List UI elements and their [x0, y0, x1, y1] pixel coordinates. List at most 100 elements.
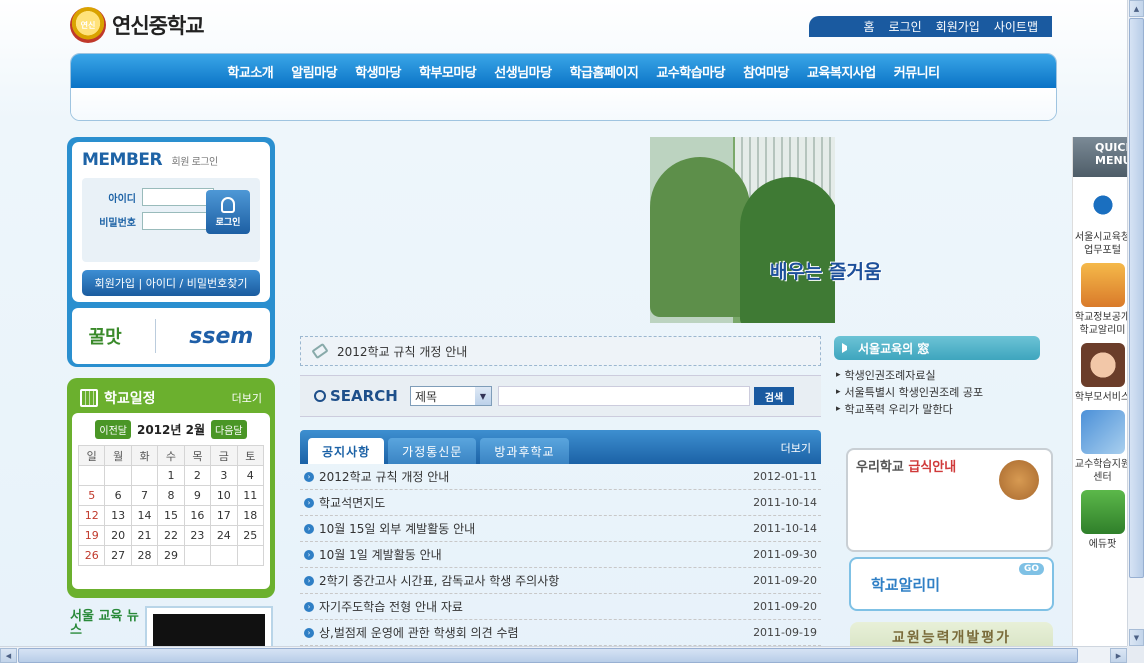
nav-item-community[interactable]: 커뮤니티: [894, 62, 940, 81]
day-cell[interactable]: 22: [157, 525, 185, 546]
join-find-links[interactable]: 회원가입 | 아이디 / 비밀번호찾기: [82, 270, 260, 296]
tab-notice[interactable]: 공지사항: [308, 438, 385, 464]
util-home-link[interactable]: 홈: [863, 18, 874, 35]
prev-month-button[interactable]: 이전달: [95, 419, 131, 439]
password-input[interactable]: [142, 212, 214, 230]
day-cell[interactable]: 5: [77, 485, 106, 506]
school-logo[interactable]: 연신 연신중학교: [70, 6, 230, 44]
notice-title[interactable]: 10월 1일 계발활동 안내: [319, 546, 442, 563]
notice-link[interactable]: › 2학기 중간고사 시간표, 감독교사 학생 주의사항: [304, 572, 559, 589]
day-cell[interactable]: 9: [183, 485, 212, 506]
notice-link[interactable]: › 10월 1일 계발활동 안내: [304, 546, 442, 563]
notice-link[interactable]: › 학교석면지도: [304, 494, 385, 511]
day-cell[interactable]: 21: [130, 525, 159, 546]
day-cell[interactable]: 18: [236, 505, 265, 526]
day-cell[interactable]: 1: [157, 465, 185, 486]
notice-title[interactable]: 자기주도학습 전형 안내 자료: [319, 598, 463, 615]
nav-item-teaching[interactable]: 교수학습마당: [656, 62, 725, 81]
scroll-up-icon[interactable]: ▲: [1129, 0, 1144, 17]
day-cell[interactable]: 20: [104, 525, 132, 546]
seoul-link[interactable]: 학교폭력 우리가 말한다: [836, 400, 1046, 417]
day-cell[interactable]: 11: [236, 485, 265, 506]
util-join-link[interactable]: 회원가입: [936, 18, 980, 35]
notice-title[interactable]: 학교석면지도: [319, 494, 385, 511]
visual-slogan: 배우는 즐거움: [770, 261, 882, 283]
scroll-right-icon[interactable]: ▶: [1110, 648, 1127, 663]
seoul-link[interactable]: 서울특별시 학생인권조례 공포: [836, 383, 1046, 400]
horizontal-scrollbar[interactable]: ◀ ▶: [0, 646, 1127, 663]
day-cell[interactable]: 29: [157, 545, 185, 566]
schedule-more-link[interactable]: 더보기: [232, 390, 262, 406]
day-cell[interactable]: 17: [210, 505, 238, 526]
notice-link[interactable]: › 상,벌점제 운영에 관한 학생회 의견 수렴: [304, 624, 519, 641]
seoul-link[interactable]: 학생인권조례자료실: [836, 366, 1046, 383]
day-cell[interactable]: 28: [130, 545, 159, 566]
quick-item[interactable]: 학부모서비스: [1073, 337, 1132, 404]
notice-link[interactable]: › 2012학교 규칙 개정 안내: [304, 468, 449, 485]
scroll-left-icon[interactable]: ◀: [0, 648, 17, 663]
day-cell[interactable]: 27: [104, 545, 132, 566]
day-cell[interactable]: 15: [157, 505, 185, 526]
util-login-link[interactable]: 로그인: [889, 18, 922, 35]
nav-item-student[interactable]: 학생마당: [355, 62, 401, 81]
day-cell[interactable]: 26: [77, 545, 106, 566]
day-cell[interactable]: 14: [130, 505, 159, 526]
day-cell[interactable]: 25: [236, 525, 265, 546]
util-sitemap-link[interactable]: 사이트맵: [994, 18, 1038, 35]
day-cell[interactable]: 8: [157, 485, 185, 506]
bullet-icon: ›: [304, 627, 314, 638]
notice-title[interactable]: 상,벌점제 운영에 관한 학생회 의견 수렴: [319, 624, 519, 641]
horizontal-scroll-thumb[interactable]: [18, 648, 1078, 663]
parent-icon: [1080, 343, 1125, 387]
kkulmat-banner[interactable]: 꿀맛: [89, 323, 122, 349]
search-input[interactable]: [498, 386, 750, 406]
day-cell[interactable]: 3: [210, 465, 238, 486]
next-month-button[interactable]: 다음달: [211, 419, 247, 439]
nav-item-class-homepage[interactable]: 학급홈페이지: [570, 62, 639, 81]
day-cell[interactable]: 6: [104, 485, 132, 506]
meal-info-box[interactable]: 우리학교 급식안내: [846, 448, 1053, 552]
board-more-link[interactable]: 더보기: [781, 440, 811, 456]
login-button[interactable]: 로그인: [206, 190, 250, 234]
day-cell[interactable]: 12: [77, 505, 106, 526]
day-cell[interactable]: 13: [104, 505, 132, 526]
search-field-select[interactable]: 제목 ▼: [410, 386, 492, 406]
vertical-scroll-thumb[interactable]: [1129, 18, 1144, 578]
ssem-banner[interactable]: ssem: [189, 324, 253, 349]
day-cell[interactable]: 2: [183, 465, 212, 486]
tab-newsletter[interactable]: 가정통신문: [388, 438, 477, 464]
day-cell[interactable]: 23: [183, 525, 212, 546]
quick-item[interactable]: 학교정보공개 학교알리미: [1073, 257, 1132, 337]
quick-item[interactable]: 교수학습지원 센터: [1073, 404, 1132, 484]
notice-link[interactable]: › 자기주도학습 전형 안내 자료: [304, 598, 463, 615]
id-input[interactable]: [142, 188, 214, 206]
seoul-news-banner[interactable]: 서울 교육 뉴스: [70, 610, 140, 650]
notice-link[interactable]: › 10월 15일 외부 계발활동 안내: [304, 520, 475, 537]
vertical-scrollbar[interactable]: ▲ ▼: [1127, 0, 1144, 646]
nav-item-school-intro[interactable]: 학교소개: [227, 62, 273, 81]
school-alimi-banner[interactable]: 학교알리미 GO: [849, 557, 1054, 611]
quick-item[interactable]: 서울시교육청 업무포털: [1073, 177, 1132, 257]
quick-item[interactable]: 에듀팟: [1073, 484, 1132, 551]
day-cell[interactable]: 7: [130, 485, 159, 506]
nav-item-notice[interactable]: 알림마당: [291, 62, 337, 81]
nav-item-welfare[interactable]: 교육복지사업: [807, 62, 876, 81]
login-button-label: 로그인: [215, 217, 241, 228]
rule-notice-bar[interactable]: 2012학교 규칙 개정 안내: [300, 336, 821, 366]
day-cell[interactable]: 16: [183, 505, 212, 526]
bullet-icon: ›: [304, 549, 314, 560]
day-cell[interactable]: 4: [236, 465, 265, 486]
nav-item-teacher[interactable]: 선생님마당: [494, 62, 552, 81]
day-cell[interactable]: 24: [210, 525, 238, 546]
day-cell[interactable]: 10: [210, 485, 238, 506]
rule-notice-text[interactable]: 2012학교 규칙 개정 안내: [337, 343, 467, 360]
day-cell[interactable]: 19: [77, 525, 106, 546]
tab-afterschool[interactable]: 방과후학교: [480, 438, 569, 464]
nav-item-participation[interactable]: 참여마당: [743, 62, 789, 81]
notice-title[interactable]: 2012학교 규칙 개정 안내: [319, 468, 449, 485]
scroll-down-icon[interactable]: ▼: [1129, 629, 1144, 646]
notice-title[interactable]: 2학기 중간고사 시간표, 감독교사 학생 주의사항: [319, 572, 559, 589]
nav-item-parent[interactable]: 학부모마당: [419, 62, 477, 81]
notice-title[interactable]: 10월 15일 외부 계발활동 안내: [319, 520, 475, 537]
search-button[interactable]: 검색: [754, 387, 794, 405]
